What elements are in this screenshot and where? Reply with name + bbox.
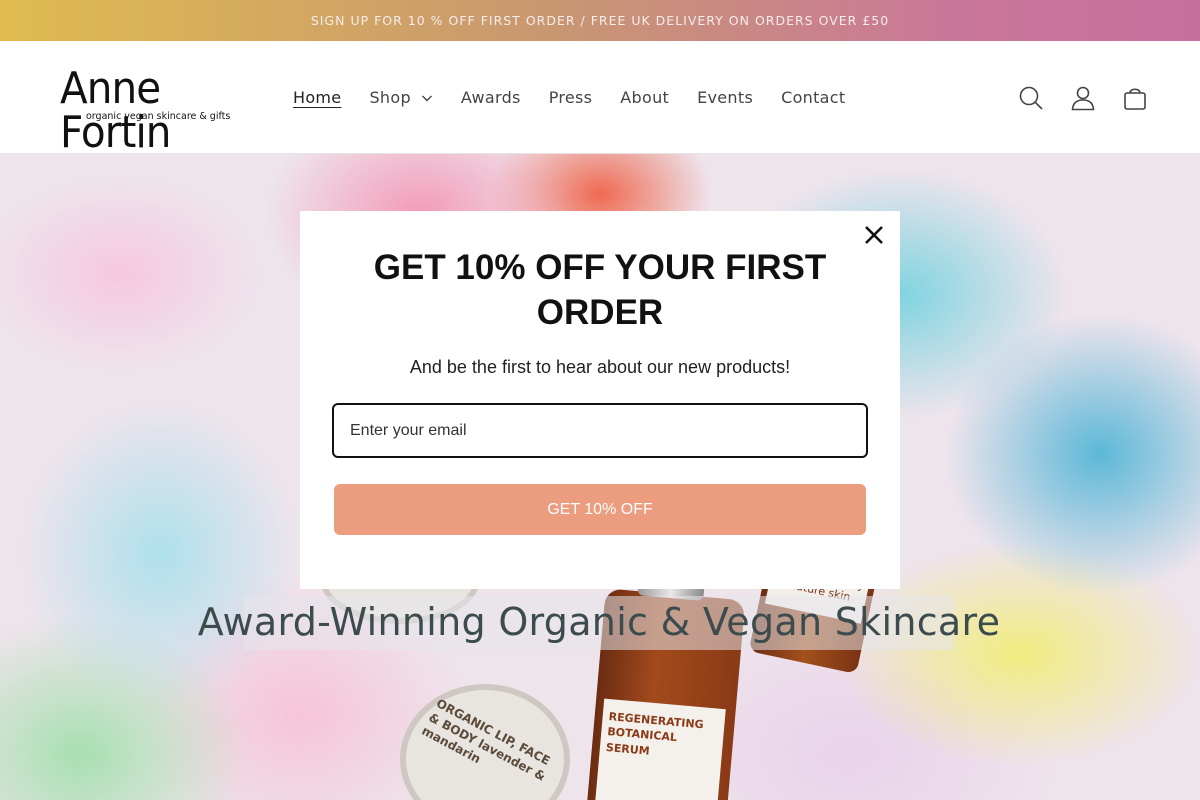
product-lip-balm-image: ORGANIC LIP, FACE & BODY lavender & mand…	[400, 684, 570, 800]
bottle-label: REGENERATING BOTANICAL SERUM	[594, 698, 726, 800]
main-nav: Home Shop Awards Press About Events Cont…	[279, 41, 859, 154]
header-icons	[1016, 41, 1150, 154]
nav-item-events[interactable]: Events	[683, 88, 767, 107]
nav-item-shop[interactable]: Shop	[355, 88, 446, 107]
close-icon[interactable]	[862, 223, 886, 247]
signup-popup: GET 10% OFF YOUR FIRST ORDER And be the …	[300, 211, 900, 589]
tin-label: ORGANIC LIP, FACE & BODY lavender & mand…	[419, 696, 553, 784]
nav-item-contact[interactable]: Contact	[767, 88, 859, 107]
nav-item-about[interactable]: About	[606, 88, 683, 107]
logo[interactable]: Anne Fortin organic vegan skincare & gif…	[60, 67, 250, 155]
announcement-bar: SIGN UP FOR 10 % OFF FIRST ORDER / FREE …	[0, 0, 1200, 41]
nav-item-shop-label: Shop	[369, 88, 411, 107]
popup-heading: GET 10% OFF YOUR FIRST ORDER	[373, 248, 827, 332]
email-input[interactable]	[332, 403, 868, 458]
get-discount-button[interactable]: GET 10% OFF	[334, 484, 866, 535]
hero-title: Award-Winning Organic & Vegan Skincare	[198, 596, 1000, 650]
nav-item-home[interactable]: Home	[279, 88, 355, 107]
announcement-text: SIGN UP FOR 10 % OFF FIRST ORDER / FREE …	[310, 13, 890, 28]
cart-icon[interactable]	[1120, 83, 1150, 113]
logo-tagline: organic vegan skincare & gifts	[86, 111, 231, 122]
popup-subheading: And be the first to hear about our new p…	[409, 357, 791, 377]
search-icon[interactable]	[1016, 83, 1046, 113]
chevron-down-icon	[421, 95, 432, 101]
nav-item-press[interactable]: Press	[535, 88, 607, 107]
account-icon[interactable]	[1068, 83, 1098, 113]
nav-item-awards[interactable]: Awards	[447, 88, 535, 107]
hero-title-text: Award-Winning Organic & Vegan Skincare	[197, 600, 1001, 644]
site-header: Anne Fortin organic vegan skincare & gif…	[0, 41, 1200, 155]
